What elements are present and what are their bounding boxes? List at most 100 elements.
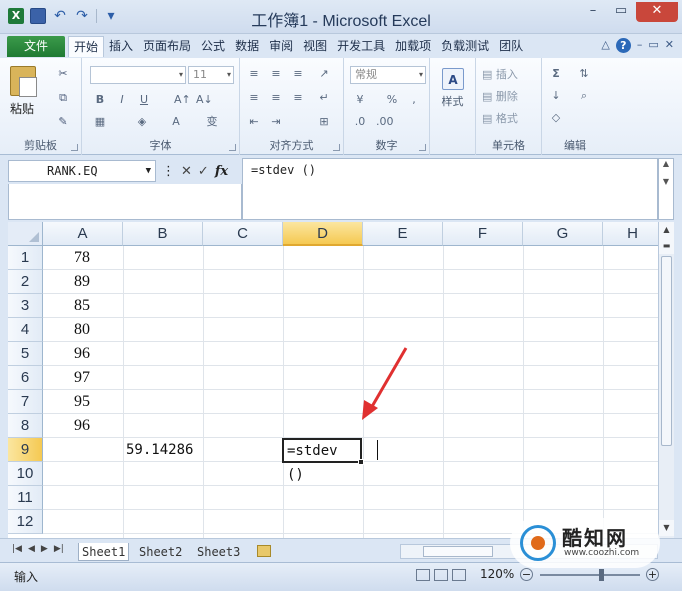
cell-a8[interactable]: 96 [74,414,90,438]
font-name-combo[interactable]: ▾ [90,66,186,84]
first-sheet-icon[interactable]: |◀ [12,544,22,554]
accounting-format-icon[interactable]: ¥ [352,92,368,108]
grow-font-icon[interactable]: A↑ [174,92,191,108]
row-header-6[interactable]: 6 [8,366,43,390]
number-launcher-icon[interactable] [419,144,426,151]
tab-home[interactable]: 开始 [68,36,105,57]
cell-a7[interactable]: 95 [74,390,90,414]
row-header-4[interactable]: 4 [8,318,43,342]
insert-cells-button[interactable]: ▤ 插入 [482,66,518,82]
align-top-icon[interactable]: ≡ [246,66,262,82]
close-button[interactable]: ✕ [636,2,678,22]
fill-handle[interactable] [358,459,364,465]
tab-developer[interactable]: 开发工具 [332,36,390,57]
next-sheet-icon[interactable]: ▶ [41,544,48,554]
zoom-level[interactable]: 120% [480,567,514,581]
cell-a5[interactable]: 96 [74,342,90,366]
decrease-decimal-icon[interactable]: .00 [376,114,394,130]
cut-icon[interactable]: ✂ [56,68,70,80]
autosum-icon[interactable]: Σ [548,66,564,82]
tab-review[interactable]: 审阅 [264,36,298,57]
tab-formulas[interactable]: 公式 [196,36,230,57]
align-middle-icon[interactable]: ≡ [268,66,284,82]
align-bottom-icon[interactable]: ≡ [290,66,306,82]
column-header-c[interactable]: C [203,222,283,246]
tab-page-layout[interactable]: 页面布局 [138,36,196,57]
phonetic-icon[interactable]: 变 [204,114,220,130]
vertical-scroll-thumb[interactable] [661,256,672,446]
maximize-button[interactable]: ▭ [608,2,634,22]
fill-color-icon[interactable]: ◈ [134,114,150,130]
tab-team[interactable]: 团队 [494,36,528,57]
vertical-scrollbar[interactable]: ▲ ▬ ▼ [658,222,674,538]
cell-a3[interactable]: 85 [74,294,90,318]
tab-view[interactable]: 视图 [298,36,332,57]
column-header-h[interactable]: H [603,222,658,246]
cancel-formula-icon[interactable]: ✕ [181,164,192,179]
format-painter-icon[interactable]: ✎ [56,116,70,128]
insert-sheet-icon[interactable] [257,545,271,557]
sheet-tab-2[interactable]: Sheet2 [136,543,185,561]
doc-minimize-icon[interactable]: – [637,38,643,53]
cell-a1[interactable]: 78 [74,246,90,270]
align-right-icon[interactable]: ≡ [290,90,306,106]
comma-style-icon[interactable]: , [406,92,422,108]
borders-icon[interactable]: ▦ [92,114,108,130]
row-header-3[interactable]: 3 [8,294,43,318]
row-header-7[interactable]: 7 [8,390,43,414]
insert-function-icon[interactable]: fx [215,164,228,179]
doc-restore-icon[interactable]: ▭ [648,38,658,53]
orientation-icon[interactable]: ↗ [316,66,332,82]
paste-icon[interactable] [10,66,37,97]
column-header-f[interactable]: F [443,222,523,246]
page-break-view-icon[interactable] [452,569,466,581]
row-header-12[interactable]: 12 [8,510,43,534]
tab-file[interactable]: 文件 [7,36,65,57]
tab-insert[interactable]: 插入 [104,36,138,57]
normal-view-icon[interactable] [416,569,430,581]
name-box[interactable]: RANK.EQ ▼ [8,160,156,182]
worksheet-grid[interactable]: A B C D E F G H 1 2 3 4 5 6 7 8 9 10 11 … [8,222,658,538]
align-left-icon[interactable]: ≡ [246,90,262,106]
paste-button[interactable]: 粘贴 [10,100,34,117]
cell-a6[interactable]: 97 [74,366,90,390]
scroll-down-icon[interactable]: ▼ [659,520,674,536]
zoom-slider[interactable] [540,574,640,576]
sheet-tab-3[interactable]: Sheet3 [194,543,243,561]
tab-load-test[interactable]: 负载测试 [436,36,494,57]
row-header-11[interactable]: 11 [8,486,43,510]
active-cell-d9[interactable]: =stdev () [282,438,364,483]
increase-decimal-icon[interactable]: .0 [352,114,368,130]
row-header-10[interactable]: 10 [8,462,43,486]
bold-icon[interactable]: B [92,92,108,108]
find-select-icon[interactable]: ⌕ [576,88,592,104]
sort-filter-icon[interactable]: ⇅ [576,66,592,82]
merge-center-icon[interactable]: ⊞ [316,114,332,130]
tab-add-ins[interactable]: 加载项 [390,36,436,57]
prev-sheet-icon[interactable]: ◀ [28,544,35,554]
cell-b9[interactable]: 59.14286 [126,438,193,462]
zoom-out-icon[interactable]: − [520,568,533,581]
cell-a2[interactable]: 89 [74,270,90,294]
split-handle-icon[interactable]: ▬ [659,238,674,254]
last-sheet-icon[interactable]: ▶| [54,544,64,554]
cell-a4[interactable]: 80 [74,318,90,342]
align-center-icon[interactable]: ≡ [268,90,284,106]
clipboard-launcher-icon[interactable] [71,144,78,151]
column-header-a[interactable]: A [43,222,123,246]
alignment-launcher-icon[interactable] [333,144,340,151]
row-header-2[interactable]: 2 [8,270,43,294]
font-launcher-icon[interactable] [229,144,236,151]
decrease-indent-icon[interactable]: ⇤ [246,114,262,130]
minimize-button[interactable]: – [580,2,606,22]
select-all-button[interactable] [8,222,43,246]
column-header-g[interactable]: G [523,222,603,246]
styles-icon[interactable]: A [442,68,464,90]
column-header-e[interactable]: E [363,222,443,246]
row-header-1[interactable]: 1 [8,246,43,270]
delete-cells-button[interactable]: ▤ 删除 [482,88,518,104]
shrink-font-icon[interactable]: A↓ [196,92,213,108]
underline-icon[interactable]: U [136,92,152,108]
copy-icon[interactable]: ⧉ [56,92,70,104]
clear-icon[interactable]: ◇ [548,110,564,126]
